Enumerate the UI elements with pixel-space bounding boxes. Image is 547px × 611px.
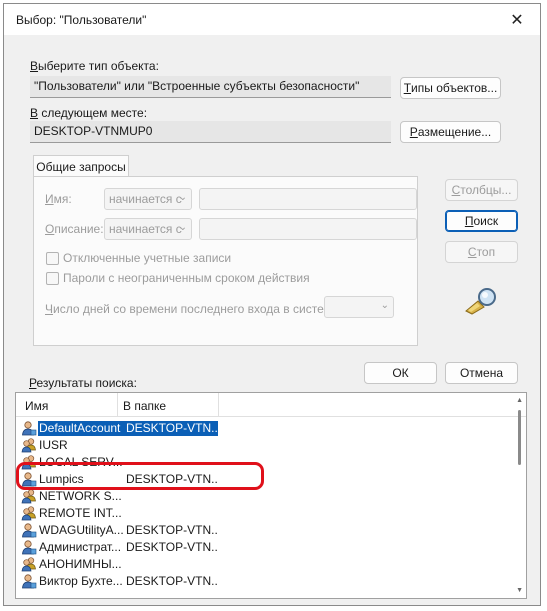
disabled-accounts-checkbox[interactable] <box>46 252 59 265</box>
object-type-label: Выберите тип объекта: <box>30 59 159 73</box>
vertical-scrollbar[interactable]: ▲ ▼ <box>512 393 526 598</box>
columns-button[interactable]: Столбцы... <box>445 179 518 201</box>
user-icon <box>21 539 37 555</box>
nonexpiring-passwords-checkbox[interactable] <box>46 272 59 285</box>
list-item-folder <box>123 506 218 521</box>
search-results-label: Результаты поиска: <box>29 376 137 390</box>
description-label: Описание: <box>45 222 104 236</box>
scroll-down-icon[interactable]: ▼ <box>516 587 523 594</box>
list-item[interactable]: DefaultAccount DESKTOP-VTN... <box>16 420 506 437</box>
list-item-folder: DESKTOP-VTN... <box>126 540 218 554</box>
tab-common-queries[interactable]: Общие запросы <box>33 155 129 177</box>
location-label: В следующем месте: <box>30 106 148 120</box>
object-type-field: "Пользователи" или "Встроенные субъекты … <box>30 76 391 98</box>
list-item-name: DefaultAccount <box>38 421 123 436</box>
user-icon <box>21 522 37 538</box>
user-icon <box>21 420 37 436</box>
group-icon <box>21 556 37 572</box>
list-item[interactable]: REMOTE INT... <box>16 505 506 522</box>
column-header-name[interactable]: Имя <box>25 399 48 413</box>
list-item-name: Виктор Бухте... <box>39 574 123 588</box>
title-bar: Выбор: "Пользователи" ✕ <box>4 4 540 35</box>
window-title: Выбор: "Пользователи" <box>16 13 147 27</box>
description-condition-select[interactable]: начинается с ⌄ <box>104 218 192 240</box>
name-condition-select[interactable]: начинается с ⌄ <box>104 188 192 210</box>
search-results-list[interactable]: Имя В папке DefaultAccount DESKTOP-VTN...… <box>15 392 527 599</box>
column-divider[interactable] <box>218 393 219 417</box>
list-item-folder: DESKTOP-VTN... <box>126 574 218 588</box>
days-since-logon-select[interactable]: ⌄ <box>324 296 394 318</box>
list-item[interactable]: NETWORK S... <box>16 488 506 505</box>
list-item[interactable]: Администрат... DESKTOP-VTN... <box>16 539 506 556</box>
group-icon <box>21 505 37 521</box>
list-item[interactable]: Виктор Бухте... DESKTOP-VTN... <box>16 573 506 590</box>
name-input[interactable] <box>199 188 417 210</box>
list-item[interactable]: АНОНИМНЫ... <box>16 556 506 573</box>
close-icon: ✕ <box>510 11 524 29</box>
column-divider[interactable] <box>117 393 118 417</box>
group-icon <box>21 437 37 453</box>
nonexpiring-passwords-label: Пароли с неограниченным сроком действия <box>63 271 310 285</box>
cancel-button[interactable]: Отмена <box>445 362 518 384</box>
name-label: Имя: <box>45 192 72 206</box>
list-item[interactable]: IUSR <box>16 437 506 454</box>
list-item[interactable]: WDAGUtilityA... DESKTOP-VTN... <box>16 522 506 539</box>
scroll-up-icon[interactable]: ▲ <box>516 397 523 404</box>
location-field: DESKTOP-VTNMUP0 <box>30 121 391 143</box>
disabled-accounts-label: Отключенные учетные записи <box>63 251 232 265</box>
chevron-down-icon: ⌄ <box>178 192 187 203</box>
group-icon <box>21 488 37 504</box>
description-input[interactable] <box>199 218 417 240</box>
user-icon <box>21 573 37 589</box>
list-item-name: IUSR <box>39 438 68 452</box>
chevron-down-icon: ⌄ <box>380 300 389 311</box>
list-item-folder <box>123 489 218 504</box>
common-queries-panel: Имя: начинается с ⌄ Описание: начинается … <box>33 176 418 346</box>
lumpics-highlight-annotation <box>16 462 264 490</box>
search-flashlight-icon <box>464 287 500 315</box>
ok-button[interactable]: ОК <box>364 362 437 384</box>
list-item-name: NETWORK S... <box>39 489 122 503</box>
chevron-down-icon: ⌄ <box>178 222 187 233</box>
locations-button[interactable]: Размещение... <box>400 121 501 143</box>
list-item-folder <box>123 557 218 572</box>
search-button[interactable]: Поиск <box>445 210 518 232</box>
column-header-folder[interactable]: В папке <box>123 399 166 413</box>
list-item-name: АНОНИМНЫ... <box>39 557 122 571</box>
list-item-name: WDAGUtilityA... <box>39 523 123 537</box>
list-item-folder: DESKTOP-VTN... <box>123 421 218 436</box>
list-item-name: Администрат... <box>39 540 122 554</box>
close-button[interactable]: ✕ <box>494 4 540 35</box>
results-header: Имя В папке <box>16 393 526 417</box>
days-since-logon-label: Число дней со времени последнего входа в… <box>45 302 342 316</box>
list-item-name: REMOTE INT... <box>39 506 122 520</box>
object-types-button[interactable]: Типы объектов... <box>400 77 501 99</box>
scrollbar-thumb[interactable] <box>518 410 521 465</box>
list-item-folder: DESKTOP-VTN... <box>126 523 218 537</box>
list-item-folder <box>123 438 218 453</box>
stop-button[interactable]: Стоп <box>445 241 518 263</box>
